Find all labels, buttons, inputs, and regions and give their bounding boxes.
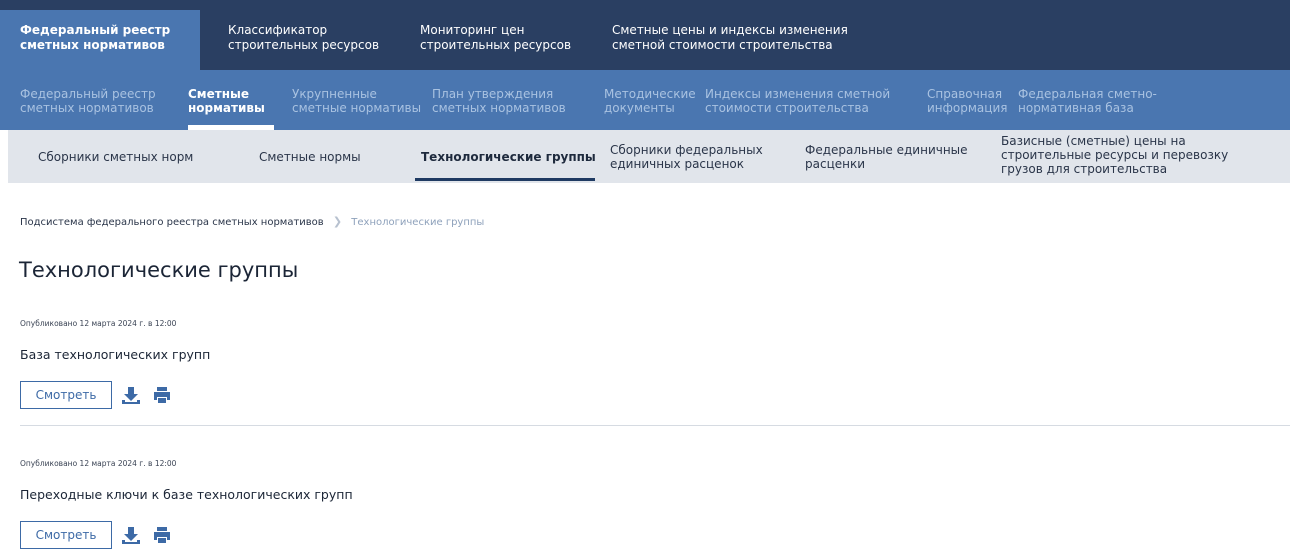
subsection-navigation: Сборники сметных норм Сметные нормы Техн… — [8, 130, 1290, 183]
download-icon[interactable] — [121, 525, 141, 545]
sub-nav-item-methodical-documents[interactable]: Методические документы — [604, 87, 696, 115]
top-navigation: Федеральный реестр сметных нормативов Кл… — [0, 0, 1290, 70]
print-icon[interactable] — [152, 525, 172, 545]
download-icon[interactable] — [121, 385, 141, 405]
top-nav-item-federal-registry[interactable]: Федеральный реестр сметных нормативов — [0, 10, 200, 70]
breadcrumb: Подсистема федерального реестра сметных … — [20, 216, 484, 229]
tab-federal-rate-collections[interactable]: Сборники федеральных единичных расценок — [610, 143, 763, 171]
sub-nav-item-federal-registry[interactable]: Федеральный реестр сметных нормативов — [20, 87, 156, 115]
page-title: Технологические группы — [19, 258, 299, 282]
top-nav-item-estimated-prices[interactable]: Сметные цены и индексы изменения сметной… — [612, 23, 848, 53]
document-title: База технологических групп — [20, 347, 211, 362]
tab-base-prices[interactable]: Базисные (сметные) цены на строительные р… — [1001, 134, 1228, 176]
sub-nav-item-enlarged-norms[interactable]: Укрупненные сметные нормативы — [292, 87, 421, 115]
view-button[interactable]: Смотреть — [20, 381, 112, 409]
sub-nav-item-federal-base[interactable]: Федеральная сметно-нормативная база — [1018, 87, 1157, 115]
document-title: Переходные ключи к базе технологических … — [20, 487, 353, 502]
section-divider — [20, 425, 1290, 426]
sub-nav-item-estimate-norms[interactable]: Сметные нормативы — [188, 87, 265, 115]
chevron-right-icon: ❯ — [332, 215, 343, 228]
print-icon[interactable] — [152, 385, 172, 405]
section-navigation: Федеральный реестр сметных нормативов Сме… — [0, 70, 1290, 130]
published-date: Опубликовано 12 марта 2024 г. в 12:00 — [20, 319, 177, 328]
breadcrumb-current: Технологические группы — [351, 217, 485, 228]
view-button[interactable]: Смотреть — [20, 521, 112, 549]
tab-technological-groups[interactable]: Технологические группы — [421, 150, 596, 164]
tab-norm-collections[interactable]: Сборники сметных норм — [38, 150, 193, 164]
top-nav-item-classifier[interactable]: Классификатор строительных ресурсов — [228, 23, 379, 53]
sub-nav-item-cost-indices[interactable]: Индексы изменения сметной стоимости строи… — [705, 87, 890, 115]
top-nav-item-label: Федеральный реестр сметных нормативов — [20, 23, 171, 52]
published-date: Опубликовано 12 марта 2024 г. в 12:00 — [20, 459, 177, 468]
sub-nav-item-reference-info[interactable]: Справочная информация — [927, 87, 1007, 115]
top-nav-item-price-monitoring[interactable]: Мониторинг цен строительных ресурсов — [420, 23, 571, 53]
tab-federal-unit-rates[interactable]: Федеральные единичные расценки — [805, 143, 968, 171]
sub-nav-item-approval-plan[interactable]: План утверждения сметных нормативов — [432, 87, 566, 115]
breadcrumb-root-link[interactable]: Подсистема федерального реестра сметных … — [20, 217, 324, 228]
tab-estimate-norms[interactable]: Сметные нормы — [259, 150, 361, 164]
active-tab-indicator — [415, 178, 595, 181]
